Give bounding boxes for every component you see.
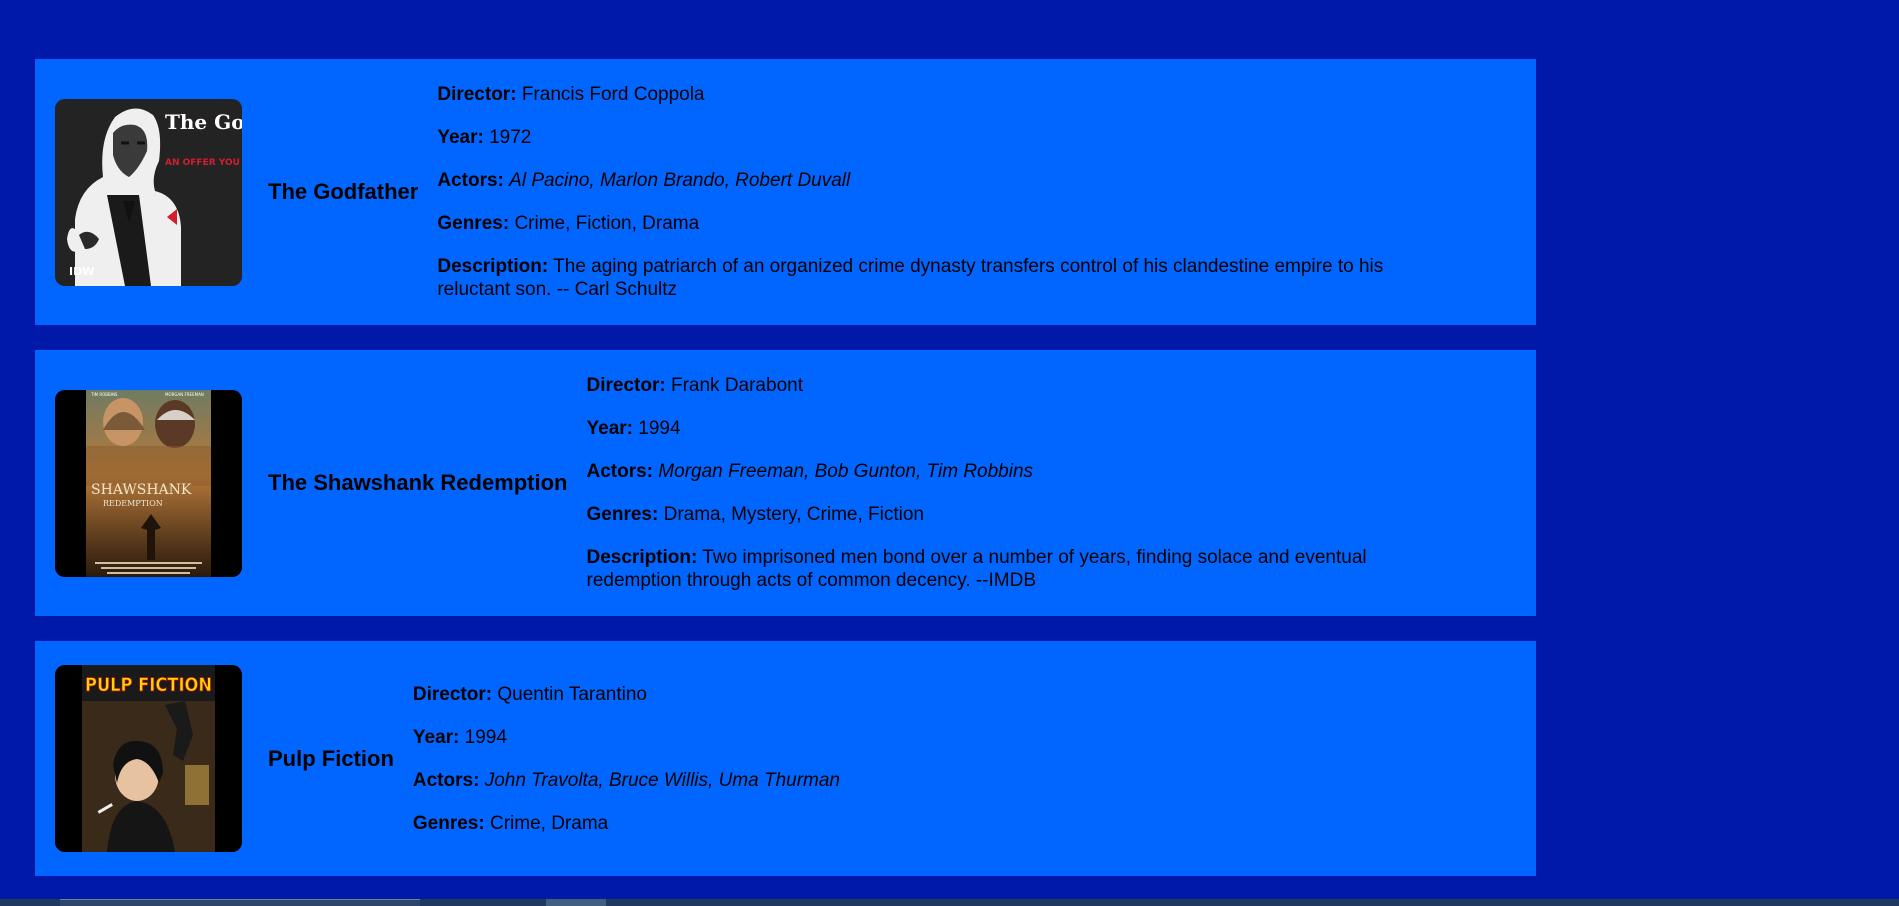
movie-title: The Shawshank Redemption [268, 470, 568, 495]
poster-credit-right: MORGAN FREEMAN [165, 392, 204, 397]
director-label: Director: [437, 84, 517, 105]
year-value: 1994 [638, 418, 681, 439]
year-line: Year: 1994 [413, 726, 840, 749]
year-label: Year: [412, 726, 460, 748]
movie-details: Director: Francis Ford Coppola Year: 197… [437, 83, 1516, 301]
movie-list: The Godfather AN OFFER YOU CAN'T REFUSE … [35, 59, 1536, 901]
director-line: Director: Quentin Tarantino [413, 683, 840, 706]
genres-line: Genres: Crime, Fiction, Drama [437, 212, 1456, 235]
director-line: Director: Frank Darabont [587, 374, 1457, 397]
pulp-fiction-poster-art: PULP FICTION [55, 665, 242, 852]
movie-card: The Godfather AN OFFER YOU CAN'T REFUSE … [35, 59, 1536, 325]
movie-details: Director: Quentin Tarantino Year: 1994 A… [413, 683, 900, 835]
genres-line: Genres: Drama, Mystery, Crime, Fiction [587, 503, 1457, 526]
movie-details: Director: Frank Darabont Year: 1994 Acto… [587, 374, 1517, 592]
movie-title: Pulp Fiction [268, 745, 394, 771]
poster-credit-left: TIM ROBBINS [90, 392, 118, 397]
poster-title-text: PULP FICTION [85, 674, 212, 696]
description-label: Description: [586, 547, 698, 568]
director-value: Quentin Tarantino [497, 683, 648, 705]
actors-label: Actors: [586, 461, 654, 482]
genres-value: Drama, Mystery, Crime, Fiction [663, 504, 924, 525]
description-line: Description: The aging patriarch of an o… [437, 255, 1456, 301]
movie-card: SHAWSHANK REDEMPTION TIM ROBBINS MORGAN … [35, 350, 1536, 616]
publisher-logo: IDW [69, 265, 94, 278]
taskbar-item[interactable] [546, 899, 606, 906]
description-label: Description: [437, 256, 549, 277]
actors-line: Actors: John Travolta, Bruce Willis, Uma… [413, 769, 840, 792]
director-value: Frank Darabont [670, 375, 803, 396]
genres-label: Genres: [412, 812, 485, 834]
actors-line: Actors: Morgan Freeman, Bob Gunton, Tim … [587, 460, 1457, 483]
poster-title-text: SHAWSHANK [91, 482, 192, 498]
movie-poster: The Godfather AN OFFER YOU CAN'T REFUSE … [55, 98, 242, 286]
genres-value: Crime, Fiction, Drama [514, 213, 700, 234]
taskbar-item[interactable] [60, 899, 420, 906]
actors-value: Al Pacino, Marlon Brando, Robert Duvall [509, 170, 851, 191]
actors-value: John Travolta, Bruce Willis, Uma Thurman [484, 769, 840, 791]
godfather-poster-art: The Godfather AN OFFER YOU CAN'T REFUSE … [55, 98, 242, 286]
description-line: Description: Two imprisoned men bond ove… [587, 546, 1457, 592]
description-value: The aging patriarch of an organized crim… [437, 256, 1384, 300]
director-label: Director: [412, 683, 493, 705]
genres-label: Genres: [437, 213, 510, 234]
movie-poster: PULP FICTION [55, 665, 242, 852]
year-line: Year: 1994 [587, 417, 1457, 440]
poster-subtitle: REDEMPTION [103, 499, 163, 508]
genres-label: Genres: [586, 504, 659, 525]
poster-title-text: The Godfather [165, 110, 242, 134]
movie-poster: SHAWSHANK REDEMPTION TIM ROBBINS MORGAN … [55, 389, 242, 577]
director-value: Francis Ford Coppola [521, 84, 705, 105]
genres-value: Crime, Drama [489, 812, 609, 834]
actors-line: Actors: Al Pacino, Marlon Brando, Robert… [437, 169, 1456, 192]
year-label: Year: [586, 418, 633, 439]
year-label: Year: [437, 127, 484, 148]
year-line: Year: 1972 [437, 126, 1456, 149]
year-value: 1972 [489, 127, 532, 148]
description-value: Two imprisoned men bond over a number of… [586, 547, 1367, 591]
genres-line: Genres: Crime, Drama [413, 812, 840, 835]
year-value: 1994 [464, 726, 507, 748]
movie-title: The Godfather [268, 179, 419, 204]
actors-label: Actors: [412, 769, 480, 791]
director-line: Director: Francis Ford Coppola [437, 83, 1456, 106]
movie-card: PULP FICTION Pulp Fiction Director: Quen… [35, 641, 1536, 876]
actors-value: Morgan Freeman, Bob Gunton, Tim Robbins [658, 461, 1034, 482]
poster-tagline: AN OFFER YOU CAN'T REFUSE [165, 158, 242, 168]
taskbar [0, 899, 1899, 906]
shawshank-poster-art: SHAWSHANK REDEMPTION TIM ROBBINS MORGAN … [55, 389, 242, 577]
actors-label: Actors: [437, 170, 504, 191]
director-label: Director: [586, 375, 666, 396]
